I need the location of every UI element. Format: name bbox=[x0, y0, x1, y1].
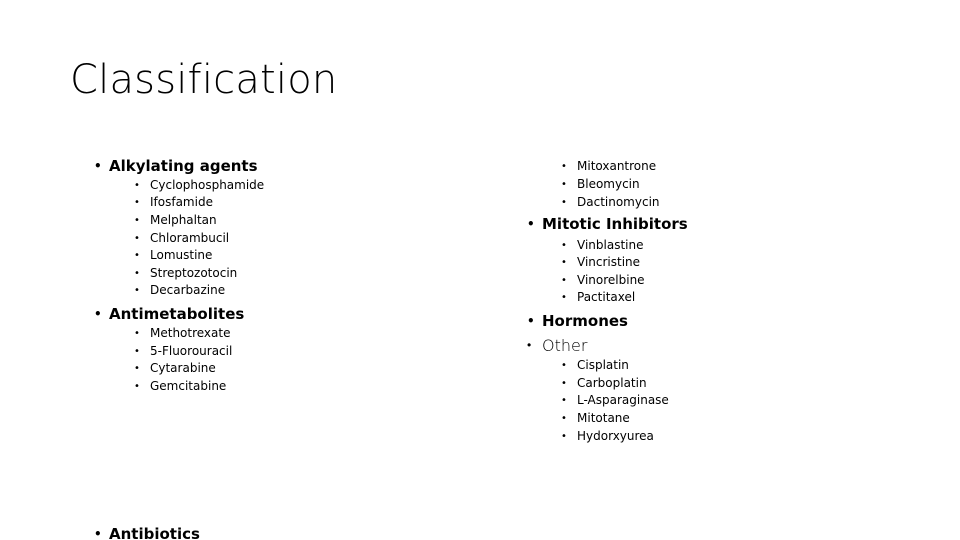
list-item-melphaltan: • Melphaltan bbox=[134, 212, 217, 230]
bullet-icon: • bbox=[94, 307, 102, 321]
list-item-cisplatin: • Cisplatin bbox=[561, 357, 629, 375]
bullet-icon: • bbox=[561, 179, 567, 190]
list-item-label: Vinorelbine bbox=[577, 273, 645, 287]
group-heading-label: Other bbox=[542, 336, 588, 355]
slide: Classification • Alkylating agents • Cyclop… bbox=[0, 0, 960, 540]
group-heading-antibiotics: • Antibiotics bbox=[94, 525, 200, 540]
bullet-icon: • bbox=[134, 268, 140, 279]
bullet-icon: • bbox=[527, 314, 535, 328]
list-item-label: Cisplatin bbox=[577, 358, 629, 372]
group-heading-label: Antimetabolites bbox=[109, 305, 245, 323]
list-item-label: Vincristine bbox=[577, 255, 641, 269]
bullet-icon: • bbox=[561, 378, 567, 389]
group-heading-label: Mitotic Inhibitors bbox=[542, 215, 688, 233]
bullet-icon: • bbox=[561, 240, 567, 251]
list-item-label: Cyclophosphamide bbox=[150, 178, 265, 192]
list-item-label: L-Asparaginase bbox=[577, 393, 669, 407]
list-item-label: Chlorambucil bbox=[150, 231, 230, 245]
list-item-l-asparaginase: • L-Asparaginase bbox=[561, 392, 669, 410]
bullet-icon: • bbox=[134, 285, 140, 296]
list-item-methotrexate: • Methotrexate bbox=[134, 325, 230, 343]
bullet-icon: • bbox=[134, 215, 140, 226]
bullet-icon: • bbox=[561, 161, 567, 172]
bullet-icon: • bbox=[561, 360, 567, 371]
bullet-icon: • bbox=[134, 363, 140, 374]
list-item-bleomycin: • Bleomycin bbox=[561, 176, 640, 194]
bullet-icon: • bbox=[561, 431, 567, 442]
bullet-icon: • bbox=[561, 257, 567, 268]
list-item-label: Carboplatin bbox=[577, 376, 647, 390]
bullet-icon: • bbox=[134, 250, 140, 261]
group-heading-alkylating-agents: • Alkylating agents bbox=[94, 157, 258, 176]
list-item-label: Hydorxyurea bbox=[577, 429, 654, 443]
bullet-icon: • bbox=[134, 328, 140, 339]
group-heading-mitotic-inhibitors: • Mitotic Inhibitors bbox=[527, 215, 688, 234]
list-item-vincristine: • Vincristine bbox=[561, 254, 640, 272]
group-heading-label: Alkylating agents bbox=[109, 157, 258, 175]
list-item-cytarabine: • Cytarabine bbox=[134, 360, 216, 378]
bullet-icon: • bbox=[561, 275, 567, 286]
bullet-icon: • bbox=[527, 217, 535, 231]
bullet-icon: • bbox=[527, 338, 532, 352]
bullet-icon: • bbox=[134, 381, 140, 392]
bullet-icon: • bbox=[134, 180, 140, 191]
list-item-label: Methotrexate bbox=[150, 326, 231, 340]
bullet-icon: • bbox=[561, 395, 567, 406]
list-item-dactinomycin: • Dactinomycin bbox=[561, 194, 660, 212]
list-item-label: Pactitaxel bbox=[577, 290, 636, 304]
bullet-icon: • bbox=[94, 159, 102, 173]
list-item-label: Vinblastine bbox=[577, 238, 644, 252]
list-item-label: Mitoxantrone bbox=[577, 159, 657, 173]
list-item-chlorambucil: • Chlorambucil bbox=[134, 230, 229, 248]
bullet-icon: • bbox=[561, 292, 567, 303]
list-item-hydorxyurea: • Hydorxyurea bbox=[561, 428, 654, 446]
list-item-label: Streptozotocin bbox=[150, 266, 238, 280]
list-item-label: Ifosfamide bbox=[150, 195, 213, 209]
group-heading-hormones: • Hormones bbox=[527, 312, 628, 331]
list-item-mitotane: • Mitotane bbox=[561, 410, 630, 428]
group-heading-antimetabolites: • Antimetabolites bbox=[94, 305, 244, 324]
list-item-carboplatin: • Carboplatin bbox=[561, 375, 647, 393]
list-item-mitoxantrone: • Mitoxantrone bbox=[561, 158, 656, 176]
list-item-label: 5-Fluorouracil bbox=[150, 344, 233, 358]
list-item-gemcitabine: • Gemcitabine bbox=[134, 378, 226, 396]
list-item-pactitaxel: • Pactitaxel bbox=[561, 289, 635, 307]
list-item-cyclophosphamide: • Cyclophosphamide bbox=[134, 177, 264, 195]
list-item-streptozotocin: • Streptozotocin bbox=[134, 265, 237, 283]
list-item-vinblastine: • Vinblastine bbox=[561, 237, 643, 255]
group-heading-label: Hormones bbox=[542, 312, 628, 330]
bullet-icon: • bbox=[561, 413, 567, 424]
list-item-5-fluorouracil: • 5-Fluorouracil bbox=[134, 343, 232, 361]
list-item-decarbazine: • Decarbazine bbox=[134, 282, 225, 300]
list-item-lomustine: • Lomustine bbox=[134, 247, 212, 265]
list-item-label: Melphaltan bbox=[150, 213, 217, 227]
bullet-icon: • bbox=[134, 233, 140, 244]
list-item-label: Bleomycin bbox=[577, 177, 640, 191]
group-heading-label: Antibiotics bbox=[109, 525, 200, 540]
list-item-label: Gemcitabine bbox=[150, 379, 227, 393]
list-item-label: Dactinomycin bbox=[577, 195, 660, 209]
group-heading-other: • Other bbox=[527, 336, 587, 355]
list-item-label: Decarbazine bbox=[150, 283, 226, 297]
bullet-icon: • bbox=[134, 197, 140, 208]
list-item-ifosfamide: • Ifosfamide bbox=[134, 194, 213, 212]
list-item-label: Cytarabine bbox=[150, 361, 216, 375]
list-item-label: Lomustine bbox=[150, 248, 213, 262]
list-item-label: Mitotane bbox=[577, 411, 630, 425]
bullet-icon: • bbox=[561, 197, 567, 208]
bullet-icon: • bbox=[134, 346, 140, 357]
page-title: Classification bbox=[70, 57, 338, 103]
list-item-vinorelbine: • Vinorelbine bbox=[561, 272, 645, 290]
bullet-icon: • bbox=[94, 527, 102, 540]
